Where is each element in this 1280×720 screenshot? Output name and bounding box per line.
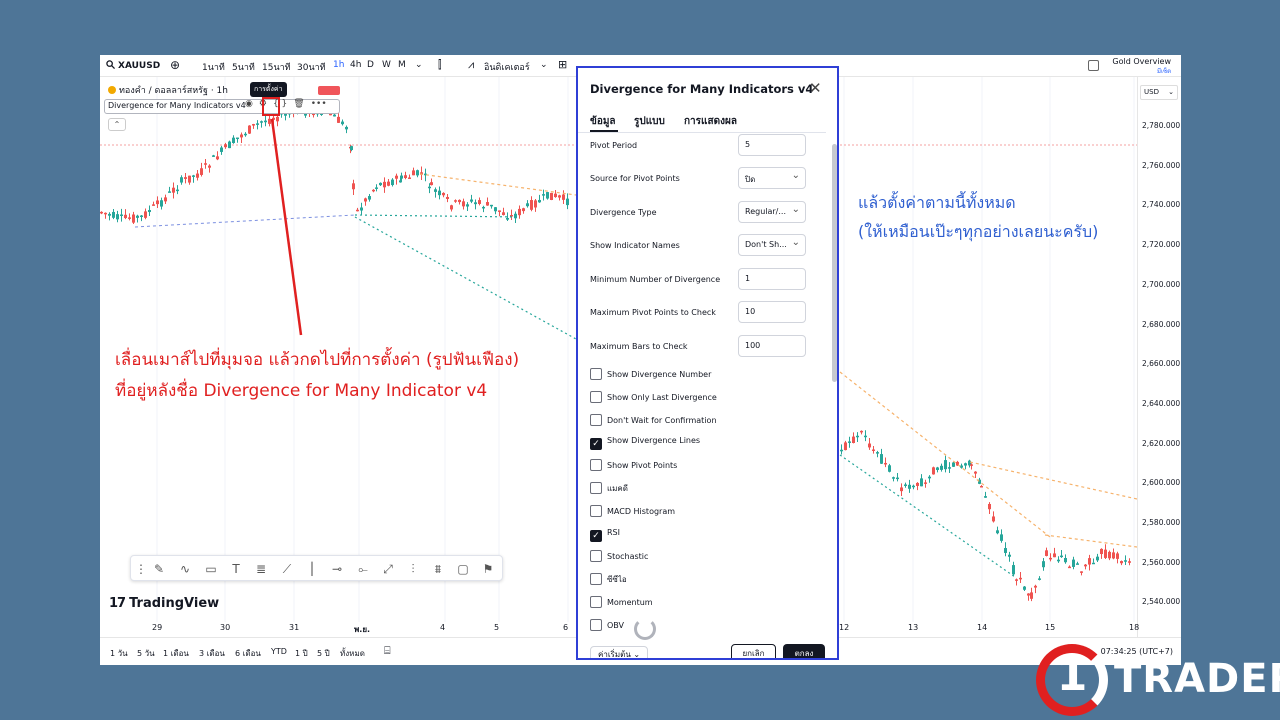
checkbox-label: แมคดี — [607, 484, 628, 493]
dialog-scrollbar[interactable] — [832, 144, 837, 382]
min-divergence-input[interactable]: 1 — [738, 268, 806, 290]
checkbox-row[interactable]: ✓ Show Divergence Lines — [590, 436, 701, 451]
tab-divider — [578, 132, 826, 133]
checkbox-row[interactable]: Show Divergence Number — [590, 368, 711, 380]
max-bars-input[interactable]: 100 — [738, 335, 806, 357]
checkbox[interactable] — [590, 459, 602, 472]
checkbox-row[interactable]: ซีซีไอ — [590, 573, 627, 586]
pivot-period-input[interactable]: 5 — [738, 134, 806, 156]
indicator-settings-dialog: Divergence for Many Indicators v4 ✕ ข้อม… — [576, 66, 839, 660]
field-label-pivot-period: Pivot Period — [590, 141, 638, 150]
source-select-value: ปิด — [745, 175, 756, 184]
field-label-max-pivot: Maximum Pivot Points to Check — [590, 308, 716, 317]
checkbox-row[interactable]: Momentum — [590, 596, 653, 608]
indicator-names-value: Don't Sh... — [745, 240, 787, 249]
checkbox[interactable] — [590, 596, 602, 608]
checkbox[interactable] — [590, 413, 602, 426]
checkbox[interactable] — [590, 550, 602, 563]
checkbox-row[interactable]: แมคดี — [590, 482, 628, 495]
checkbox-label: Momentum — [607, 598, 653, 607]
source-select[interactable]: ปิด — [738, 167, 806, 189]
checkbox[interactable]: ✓ — [590, 529, 602, 542]
checkbox[interactable] — [590, 504, 602, 517]
field-label-min-divergence: Minimum Number of Divergence — [590, 275, 721, 284]
checkbox-row[interactable]: MACD Histogram — [590, 504, 676, 517]
logo-mark: 1 — [1056, 650, 1088, 701]
checkbox-label: Stochastic — [607, 552, 649, 562]
dialog-title: Divergence for Many Indicators v4 — [590, 82, 814, 96]
checkbox-row[interactable]: Show Only Last Divergence — [590, 390, 717, 403]
checkbox[interactable] — [590, 573, 602, 586]
checkbox-row[interactable]: ✓ RSI — [590, 528, 620, 542]
field-label-source: Source for Pivot Points — [590, 174, 680, 183]
checkbox-label: Show Divergence Lines — [607, 436, 701, 446]
tab-inputs[interactable]: ข้อมูล — [590, 114, 616, 129]
brand-logo: 1 TRADER — [1036, 644, 1280, 716]
close-icon[interactable]: ✕ — [809, 79, 822, 97]
checkbox-row[interactable]: Show Pivot Points — [590, 459, 678, 472]
field-label-max-bars: Maximum Bars to Check — [590, 342, 688, 351]
loading-spinner-icon — [634, 618, 656, 640]
divergence-type-value: Regular/... — [745, 207, 787, 216]
ok-button[interactable]: ตกลง — [783, 644, 825, 658]
checkbox-label: Don't Wait for Confirmation — [607, 415, 717, 425]
divergence-type-select[interactable]: Regular/... — [738, 201, 806, 223]
max-pivot-input[interactable]: 10 — [738, 301, 806, 323]
tab-style[interactable]: รูปแบบ — [634, 114, 665, 129]
checkbox-label: Show Only Last Divergence — [607, 392, 717, 402]
checkbox[interactable]: ✓ — [590, 438, 602, 451]
field-label-divergence-type: Divergence Type — [590, 208, 657, 217]
checkbox-row[interactable]: Don't Wait for Confirmation — [590, 413, 717, 426]
cancel-button[interactable]: ยกเลิก — [731, 644, 776, 658]
checkbox[interactable] — [590, 618, 602, 631]
logo-text: TRADER — [1114, 656, 1280, 702]
checkbox-row[interactable]: Stochastic — [590, 550, 649, 563]
tab-visibility[interactable]: การแสดงผล — [684, 114, 737, 129]
checkbox[interactable] — [590, 390, 602, 403]
checkbox-label: Show Pivot Points — [607, 461, 678, 471]
dialog-footer: ค่าเริ่มต้น ⌄ ยกเลิก ตกลง — [578, 640, 837, 659]
checkbox[interactable] — [590, 368, 602, 380]
tradingview-screenshot: XAUUSD ⊕ 1นาที 5นาที 15นาที 30นาที 1h 4h… — [100, 55, 1181, 665]
checkbox-label: ซีซีไอ — [607, 575, 627, 585]
defaults-button-label: ค่าเริ่มต้น — [597, 650, 631, 659]
field-label-indicator-names: Show Indicator Names — [590, 241, 680, 250]
checkbox[interactable] — [590, 482, 602, 494]
checkbox-row[interactable]: OBV — [590, 618, 625, 631]
checkbox-label: MACD Histogram — [607, 506, 676, 516]
indicator-names-select[interactable]: Don't Sh... — [738, 234, 806, 256]
checkbox-label: Show Divergence Number — [607, 370, 712, 379]
defaults-button[interactable]: ค่าเริ่มต้น ⌄ — [590, 646, 648, 659]
checkbox-label: RSI — [607, 527, 620, 537]
checkbox-label: OBV — [607, 620, 625, 630]
